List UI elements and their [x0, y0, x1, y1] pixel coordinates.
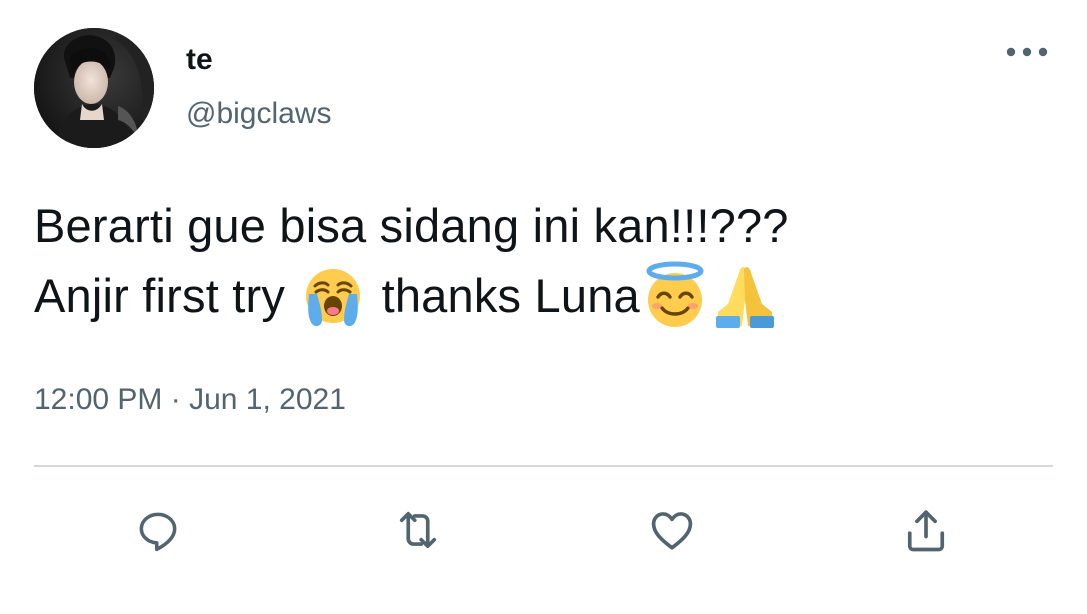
- share-button[interactable]: [896, 500, 956, 560]
- more-options-button[interactable]: [1003, 38, 1051, 66]
- reply-icon: [139, 512, 177, 552]
- tweet-text-line-2: Anjir first try thanks Luna: [34, 260, 1054, 330]
- tweet-text-segment: Anjir first try: [34, 269, 299, 322]
- display-name[interactable]: te: [186, 42, 213, 78]
- tweet-text-line-1: Berarti gue bisa sidang ini kan!!!???: [34, 199, 789, 252]
- reply-button[interactable]: [128, 500, 188, 560]
- loudly-crying-face-icon: [298, 260, 368, 330]
- avatar[interactable]: [34, 28, 154, 148]
- tweet-text-segment: thanks Luna: [368, 269, 640, 322]
- tweet-card: te @bigclaws Berarti gue bisa sidang ini…: [0, 0, 1087, 614]
- tweet-date: Jun 1, 2021: [189, 383, 346, 416]
- tweet-text: Berarti gue bisa sidang ini kan!!!??? An…: [34, 192, 1054, 330]
- heart-icon: [651, 512, 693, 550]
- tweet-timestamp[interactable]: 12:00 PM · Jun 1, 2021: [34, 380, 346, 420]
- retweet-icon: [399, 511, 437, 549]
- action-bar: [0, 500, 1087, 560]
- meta-separator: ·: [162, 383, 190, 416]
- smiling-face-with-halo-icon: [640, 260, 710, 330]
- divider: [34, 465, 1053, 467]
- like-button[interactable]: [642, 500, 702, 560]
- tweet-time: 12:00 PM: [34, 383, 163, 416]
- folded-hands-icon: [710, 260, 780, 330]
- retweet-button[interactable]: [388, 500, 448, 560]
- avatar-image: [34, 28, 154, 148]
- user-handle[interactable]: @bigclaws: [186, 96, 332, 132]
- more-horizontal-icon: [1006, 47, 1048, 57]
- share-icon: [907, 510, 945, 552]
